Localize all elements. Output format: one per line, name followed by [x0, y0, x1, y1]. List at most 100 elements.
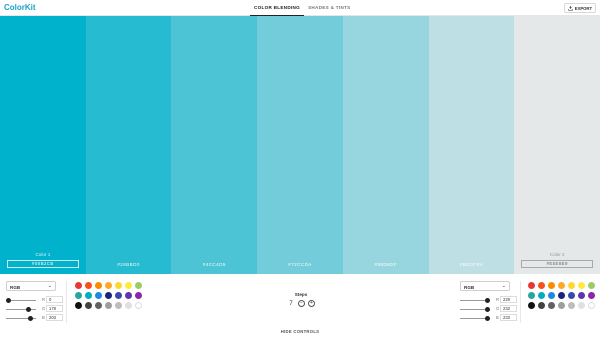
- app-logo[interactable]: ColorKit: [4, 3, 36, 12]
- color-swatch[interactable]: #72CCDA: [257, 16, 343, 274]
- palette-color-dot[interactable]: [558, 302, 565, 309]
- color2-palette: [528, 282, 595, 309]
- steps-decrement-button[interactable]: −: [298, 300, 305, 307]
- color-swatch[interactable]: Color 2 #E5E8E9: [514, 16, 600, 274]
- palette-color-dot[interactable]: [558, 282, 565, 289]
- channel-slider-row: B 203: [6, 314, 64, 322]
- channel-value-input[interactable]: 0: [46, 296, 63, 303]
- mode-tabs: COLOR BLENDING SHADES & TINTS: [250, 0, 355, 16]
- channel-label: G: [42, 306, 46, 311]
- palette-color-dot[interactable]: [528, 292, 535, 299]
- tab-shades-tints[interactable]: SHADES & TINTS: [304, 0, 354, 16]
- palette-color-dot[interactable]: [135, 292, 142, 299]
- color-swatch[interactable]: #26BBD0: [85, 16, 172, 274]
- palette-color-dot[interactable]: [95, 292, 102, 299]
- palette-color-dot[interactable]: [548, 282, 555, 289]
- channel-label: G: [496, 306, 500, 311]
- palette-color-dot[interactable]: [85, 282, 92, 289]
- export-button[interactable]: EXPORT: [563, 3, 596, 13]
- palette-color-dot[interactable]: [105, 282, 112, 289]
- palette-color-dot[interactable]: [115, 282, 122, 289]
- slider-thumb[interactable]: [6, 297, 11, 303]
- palette-color-dot[interactable]: [568, 302, 575, 309]
- slider-thumb[interactable]: [485, 297, 491, 303]
- swatch-hex-label[interactable]: #4CC4D5: [171, 262, 257, 267]
- palette-color-dot[interactable]: [568, 282, 575, 289]
- hide-controls-button[interactable]: HIDE CONTROLS: [0, 329, 600, 334]
- palette-color-dot[interactable]: [548, 302, 555, 309]
- swatch-hex-label[interactable]: #BEDFE4: [429, 262, 515, 267]
- color2-mode-value: RGB: [464, 284, 475, 290]
- palette-color-dot[interactable]: [588, 292, 595, 299]
- channel-value-input[interactable]: 203: [46, 314, 63, 321]
- swatch-color-label: Color 2: [549, 252, 565, 257]
- palette-color-dot[interactable]: [95, 302, 102, 309]
- palette-color-dot[interactable]: [558, 292, 565, 299]
- palette-color-dot[interactable]: [125, 292, 132, 299]
- channel-value-input[interactable]: 178: [46, 305, 63, 312]
- color-swatch[interactable]: Color 1 #00B2CB: [0, 16, 86, 274]
- slider-thumb[interactable]: [28, 315, 34, 321]
- channel-label: B: [496, 315, 499, 320]
- color1-mode-select[interactable]: RGB ⌄: [6, 281, 56, 291]
- palette-color-dot[interactable]: [115, 292, 122, 299]
- swatch-hex-input[interactable]: #E5E8E9: [521, 260, 594, 268]
- channel-slider-row: B 233: [460, 314, 518, 322]
- palette-color-dot[interactable]: [95, 282, 102, 289]
- palette-color-dot[interactable]: [105, 302, 112, 309]
- divider: [520, 281, 521, 323]
- palette-color-dot[interactable]: [528, 282, 535, 289]
- palette-color-dot[interactable]: [578, 292, 585, 299]
- color2-mode-select[interactable]: RGB ⌄: [460, 281, 510, 291]
- controls-panel: RGB ⌄ R 0 G 178 B 203 Steps 7 − + RGB ⌄ R 229 G…: [0, 274, 600, 337]
- palette-color-dot[interactable]: [75, 282, 82, 289]
- steps-increment-button[interactable]: +: [308, 300, 315, 307]
- palette-color-dot[interactable]: [528, 302, 535, 309]
- export-label: EXPORT: [574, 5, 592, 11]
- palette-color-dot[interactable]: [588, 302, 595, 309]
- slider-thumb[interactable]: [485, 315, 491, 321]
- channel-value-input[interactable]: 232: [500, 305, 517, 312]
- palette-color-dot[interactable]: [85, 292, 92, 299]
- steps-control: Steps 7 − +: [284, 292, 318, 307]
- steps-value[interactable]: 7: [287, 301, 295, 307]
- palette-color-dot[interactable]: [538, 302, 545, 309]
- channel-slider-row: R 229: [460, 296, 518, 304]
- channel-value-input[interactable]: 233: [500, 314, 517, 321]
- palette-color-dot[interactable]: [578, 302, 585, 309]
- app-header: ColorKit COLOR BLENDING SHADES & TINTS E…: [0, 0, 600, 16]
- steps-label: Steps: [294, 292, 308, 297]
- palette-color-dot[interactable]: [85, 302, 92, 309]
- channel-value-input[interactable]: 229: [500, 296, 517, 303]
- palette-color-dot[interactable]: [135, 302, 142, 309]
- palette-color-dot[interactable]: [75, 302, 82, 309]
- color1-palette: [75, 282, 142, 309]
- color-swatch[interactable]: #98D6DF: [342, 16, 429, 274]
- palette-color-dot[interactable]: [568, 292, 575, 299]
- palette-color-dot[interactable]: [578, 282, 585, 289]
- channel-label: B: [42, 315, 45, 320]
- palette-color-dot[interactable]: [538, 282, 545, 289]
- slider-thumb[interactable]: [485, 306, 491, 312]
- palette-color-dot[interactable]: [548, 292, 555, 299]
- slider-track[interactable]: [6, 308, 36, 310]
- chevron-down-icon: ⌄: [47, 283, 52, 289]
- palette-color-dot[interactable]: [135, 282, 142, 289]
- palette-color-dot[interactable]: [115, 302, 122, 309]
- palette-color-dot[interactable]: [588, 282, 595, 289]
- swatch-hex-label[interactable]: #98D6DF: [343, 262, 429, 267]
- palette-color-dot[interactable]: [75, 292, 82, 299]
- color1-controls: RGB ⌄ R 0 G 178 B 203: [6, 281, 64, 329]
- chevron-down-icon: ⌄: [501, 283, 506, 289]
- slider-thumb[interactable]: [25, 306, 31, 312]
- tab-color-blending[interactable]: COLOR BLENDING: [250, 0, 305, 16]
- swatch-hex-input[interactable]: #00B2CB: [7, 260, 79, 268]
- palette-color-dot[interactable]: [105, 292, 112, 299]
- color-swatch[interactable]: #4CC4D5: [171, 16, 258, 274]
- swatch-hex-label[interactable]: #72CCDA: [257, 262, 343, 267]
- palette-color-dot[interactable]: [125, 282, 132, 289]
- palette-color-dot[interactable]: [125, 302, 132, 309]
- palette-color-dot[interactable]: [538, 292, 545, 299]
- swatch-hex-label[interactable]: #26BBD0: [86, 262, 172, 267]
- color-swatch[interactable]: #BEDFE4: [428, 16, 515, 274]
